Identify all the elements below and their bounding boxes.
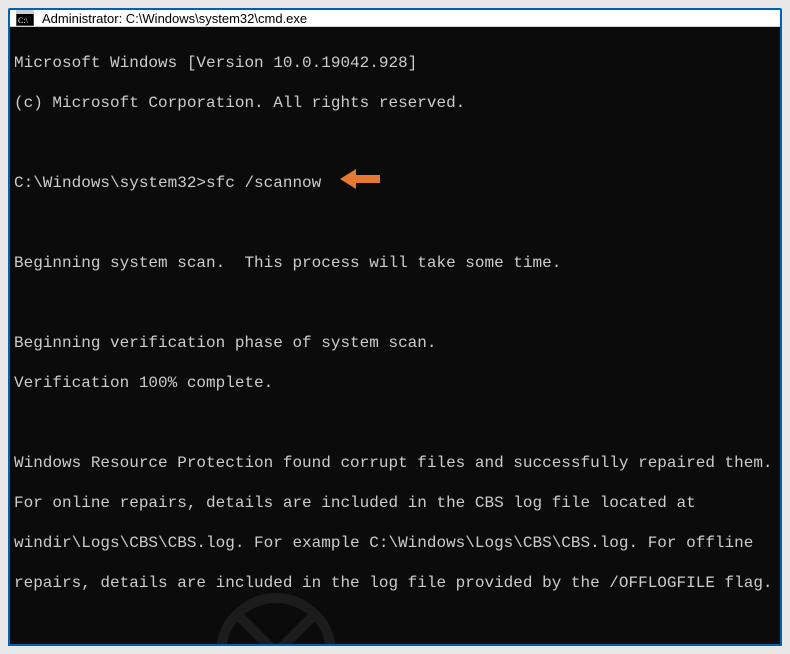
console-line: Microsoft Windows [Version 10.0.19042.92… bbox=[14, 53, 776, 73]
console-line: Verification 100% complete. bbox=[14, 373, 776, 393]
svg-text:C:\: C:\ bbox=[18, 16, 29, 25]
console-blank bbox=[14, 413, 776, 433]
console-blank bbox=[14, 133, 776, 153]
console-line: windir\Logs\CBS\CBS.log. For example C:\… bbox=[14, 533, 776, 553]
console-output[interactable]: Microsoft Windows [Version 10.0.19042.92… bbox=[10, 27, 780, 646]
console-line: (c) Microsoft Corporation. All rights re… bbox=[14, 93, 776, 113]
console-line: C:\Windows\system32>sfc /scannow bbox=[14, 173, 776, 193]
window-titlebar[interactable]: C:\ Administrator: C:\Windows\system32\c… bbox=[10, 10, 780, 27]
cmd-app-icon: C:\ bbox=[16, 10, 34, 26]
console-blank bbox=[14, 213, 776, 233]
console-blank bbox=[14, 293, 776, 313]
console-blank bbox=[14, 613, 776, 633]
console-line: For online repairs, details are included… bbox=[14, 493, 776, 513]
window-title: Administrator: C:\Windows\system32\cmd.e… bbox=[42, 11, 774, 26]
typed-command: sfc /scannow bbox=[206, 174, 321, 192]
console-line: repairs, details are included in the log… bbox=[14, 573, 776, 593]
cmd-window: C:\ Administrator: C:\Windows\system32\c… bbox=[8, 8, 782, 646]
prompt: C:\Windows\system32> bbox=[14, 174, 206, 192]
console-line: Windows Resource Protection found corrup… bbox=[14, 453, 776, 473]
console-line: Beginning system scan. This process will… bbox=[14, 253, 776, 273]
console-line: Beginning verification phase of system s… bbox=[14, 333, 776, 353]
